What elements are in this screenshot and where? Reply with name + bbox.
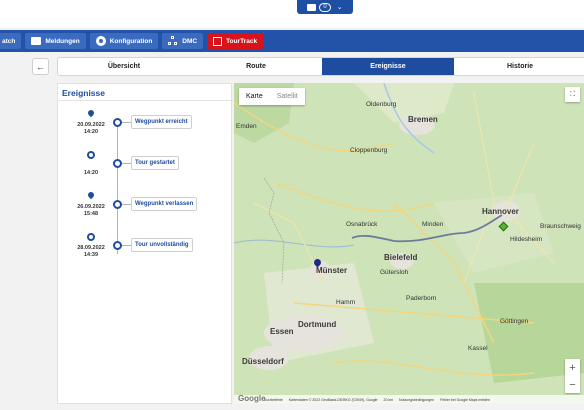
attribution-report[interactable]: Fehler bei Google Maps melden bbox=[440, 398, 490, 402]
tab-historie[interactable]: Historie bbox=[454, 58, 584, 75]
map-label-town: Osnabrück bbox=[346, 221, 378, 228]
pin-icon bbox=[86, 108, 96, 119]
timeline-dot bbox=[113, 241, 122, 250]
connector bbox=[122, 163, 131, 164]
map-view[interactable]: Karte Satellit ⛶ Bremen Hannover Bielefe… bbox=[234, 83, 584, 404]
events-title: Ereignisse bbox=[62, 88, 105, 98]
timeline-dot bbox=[113, 159, 122, 168]
nav-item-label: DMC bbox=[182, 37, 198, 45]
gear-icon bbox=[95, 36, 106, 46]
google-logo: Google bbox=[238, 394, 266, 403]
nav-item-meldungen[interactable]: Meldungen bbox=[25, 33, 86, 49]
timeline-dot bbox=[113, 118, 122, 127]
map-background bbox=[234, 83, 584, 404]
map-label-town: Oldenburg bbox=[366, 101, 397, 108]
pin-icon bbox=[86, 190, 96, 201]
map-label-town: Gütersloh bbox=[380, 269, 409, 276]
map-type-toggle: Karte Satellit bbox=[239, 88, 305, 105]
event-label[interactable]: Tour gestartet bbox=[131, 156, 179, 170]
zoom-in-button[interactable]: + bbox=[565, 359, 580, 376]
map-type-satellit[interactable]: Satellit bbox=[270, 88, 305, 105]
envelope-icon bbox=[307, 3, 317, 11]
event-label[interactable]: Wegpunkt verlassen bbox=[131, 197, 198, 211]
nav-item-label: Meldungen bbox=[45, 37, 80, 45]
zoom-control: + − bbox=[565, 359, 580, 393]
map-label-town: Emden bbox=[236, 123, 257, 130]
messages-button[interactable]: 0 ⌄ bbox=[297, 0, 353, 14]
map-label-city: Düsseldorf bbox=[242, 357, 284, 366]
map-label-town: Paderborn bbox=[406, 295, 437, 302]
map-attribution: Kurzbefehle Kartendaten © 2022 GeoBasis-… bbox=[234, 395, 584, 404]
connector bbox=[122, 245, 131, 246]
map-label-city: Bremen bbox=[408, 115, 438, 124]
tab-ereignisse[interactable]: Ereignisse bbox=[322, 58, 454, 75]
map-label-town: Hamm bbox=[336, 299, 356, 306]
tab-uebersicht[interactable]: Übersicht bbox=[58, 58, 190, 75]
event-time: 14:39 bbox=[83, 252, 99, 258]
timeline-dot bbox=[113, 200, 122, 209]
message-count-badge: 0 bbox=[319, 2, 331, 12]
nav-item-label: TourTrack bbox=[226, 37, 258, 45]
map-label-town: Cloppenburg bbox=[350, 147, 388, 154]
event-date: 20.09.2022 bbox=[77, 122, 105, 128]
back-button[interactable]: ← bbox=[32, 58, 49, 75]
divider bbox=[58, 100, 233, 101]
fullscreen-icon: ⛶ bbox=[570, 90, 575, 98]
message-icon bbox=[31, 37, 42, 45]
tab-route[interactable]: Route bbox=[190, 58, 322, 75]
event-label[interactable]: Tour unvollständig bbox=[131, 238, 193, 252]
timeline-event: 26.09.2022 15:48 Wegpunkt verlassen bbox=[58, 190, 233, 224]
event-time: 14:20 bbox=[83, 129, 99, 135]
event-label[interactable]: Wegpunkt erreicht bbox=[131, 115, 192, 129]
map-label-town: Hildesheim bbox=[510, 236, 543, 243]
map-label-city: Essen bbox=[270, 327, 294, 336]
nav-item-dispatch[interactable]: atch bbox=[0, 33, 22, 49]
target-icon bbox=[87, 233, 95, 242]
event-date: 26.09.2022 bbox=[77, 204, 105, 210]
nav-item-konfiguration[interactable]: Konfiguration bbox=[89, 33, 159, 49]
attribution-data: Kartendaten © 2022 GeoBasis-DE/BKG (©200… bbox=[288, 397, 378, 402]
map-label-town: Braunschweig bbox=[540, 223, 581, 230]
map-label-city: Münster bbox=[316, 266, 348, 275]
timeline-event: 28.09.2022 14:39 Tour unvollständig bbox=[58, 233, 233, 265]
events-panel: Ereignisse 20.09.2022 14:20 Wegpunkt err… bbox=[57, 83, 233, 404]
map-label-town: Kassel bbox=[468, 345, 488, 352]
nav-item-label: Konfiguration bbox=[109, 37, 153, 45]
attribution-scale: 20 km bbox=[383, 397, 394, 402]
arrow-left-icon: ← bbox=[36, 61, 45, 72]
nav-item-tourtrack[interactable]: TourTrack bbox=[207, 33, 264, 49]
hierarchy-icon bbox=[168, 36, 178, 46]
attribution-terms[interactable]: Nutzungsbedingungen bbox=[399, 398, 434, 402]
chevron-down-icon: ⌄ bbox=[336, 4, 343, 11]
target-icon bbox=[87, 151, 95, 160]
nav-item-dmc[interactable]: DMC bbox=[162, 33, 204, 49]
top-bar: 0 ⌄ bbox=[0, 0, 584, 28]
attribution-shortcuts[interactable]: Kurzbefehle bbox=[264, 398, 283, 402]
event-date: 28.09.2022 bbox=[77, 245, 105, 251]
connector bbox=[122, 122, 131, 123]
timeline-event: 20.09.2022 14:20 Wegpunkt erreicht bbox=[58, 108, 233, 142]
zoom-out-button[interactable]: − bbox=[565, 376, 580, 393]
map-type-karte[interactable]: Karte bbox=[239, 88, 270, 105]
connector bbox=[122, 204, 131, 205]
map-label-town: Minden bbox=[422, 221, 444, 228]
main-nav: atch Meldungen Konfiguration DMC TourTra… bbox=[0, 30, 584, 52]
nav-item-label: atch bbox=[2, 37, 16, 45]
timeline-event: 14:20 Tour gestartet bbox=[58, 151, 233, 183]
map-label-town: Göttingen bbox=[500, 318, 529, 325]
map-label-city: Dortmund bbox=[298, 320, 337, 329]
tab-bar: Übersicht Route Ereignisse Historie bbox=[57, 57, 584, 76]
fullscreen-button[interactable]: ⛶ bbox=[565, 87, 580, 102]
map-label-city: Hannover bbox=[482, 207, 519, 216]
tourtrack-logo-icon bbox=[213, 36, 223, 46]
event-time: 15:48 bbox=[83, 211, 99, 217]
event-time: 14:20 bbox=[83, 170, 99, 176]
map-label-city: Bielefeld bbox=[384, 253, 418, 262]
